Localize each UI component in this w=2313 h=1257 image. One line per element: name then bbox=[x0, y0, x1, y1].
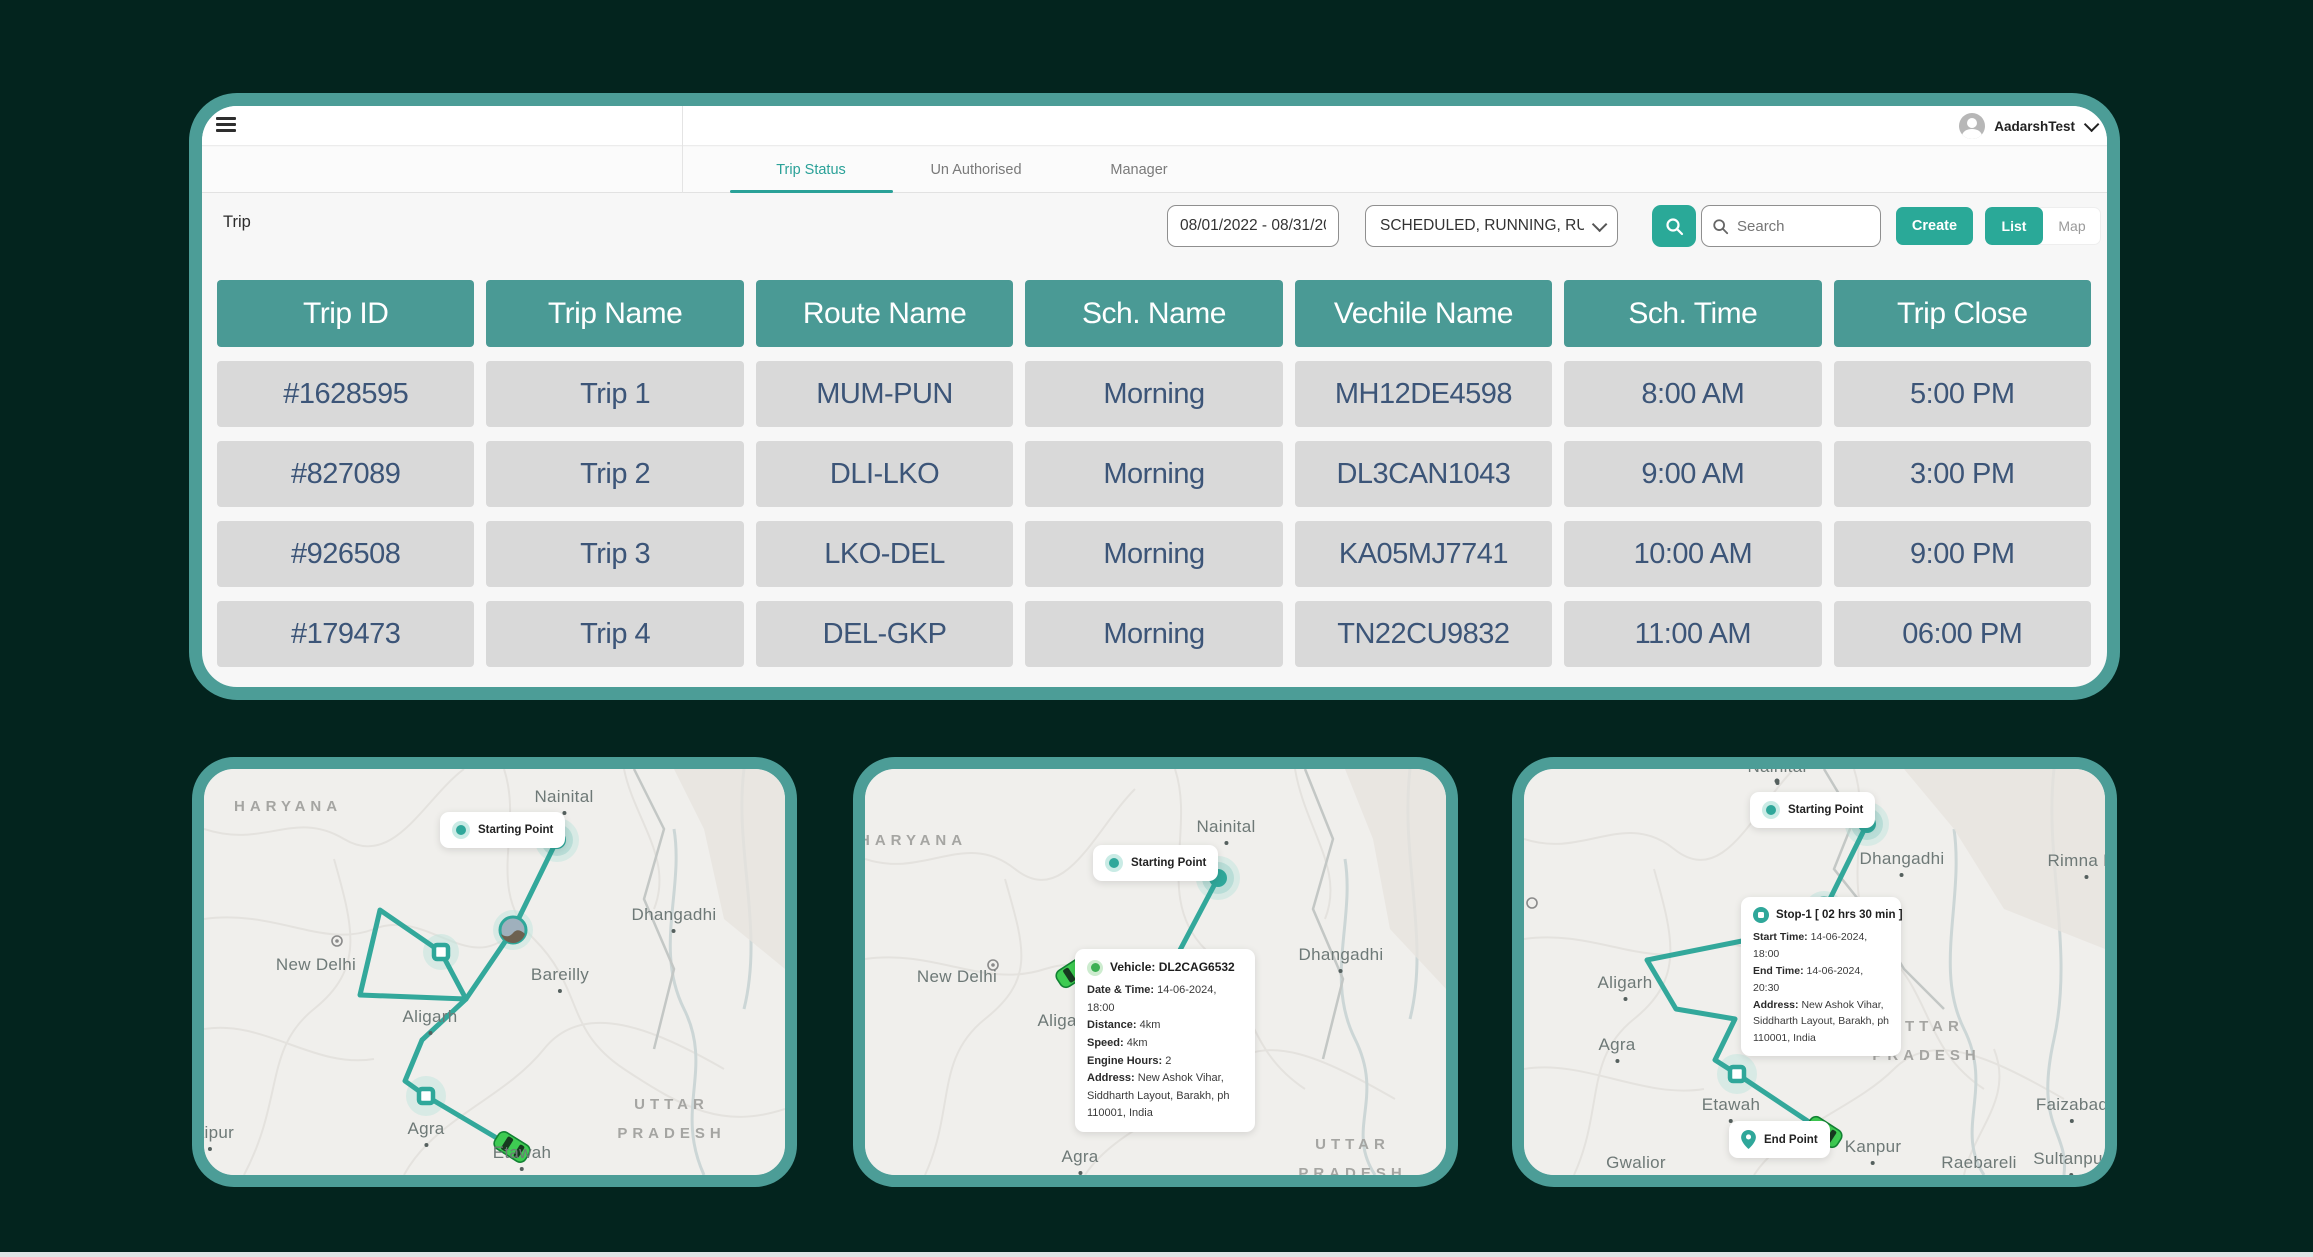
map-label-city: Jaipur bbox=[204, 1123, 234, 1151]
column-header: Sch. Time bbox=[1564, 280, 1821, 347]
table-row[interactable]: #1628595 Trip 1 MUM-PUN Morning MH12DE45… bbox=[217, 361, 2091, 427]
map-label-city: Nainital bbox=[534, 787, 593, 815]
map-label-city: Nainital bbox=[1747, 769, 1806, 785]
map-label-state: HARYANA bbox=[234, 793, 342, 822]
map-label-city: Agra bbox=[407, 1119, 444, 1147]
tab-manager[interactable]: Manager bbox=[1110, 147, 1167, 193]
search-icon bbox=[1665, 217, 1684, 236]
column-header: Vechile Name bbox=[1295, 280, 1552, 347]
tab-bar: Trip Status Un Authorised Manager bbox=[202, 147, 2107, 193]
start-dot-icon bbox=[1762, 801, 1780, 819]
map-label-city: Gwalior bbox=[1606, 1153, 1666, 1175]
column-header: Route Name bbox=[756, 280, 1013, 347]
search-button[interactable] bbox=[1652, 205, 1696, 247]
map-label-city: Agra bbox=[1598, 1035, 1635, 1063]
map-label-state: HARYANA bbox=[865, 827, 967, 856]
state-border bbox=[1305, 769, 1343, 1059]
map-label-city: Sultanpur bbox=[2033, 1149, 2105, 1175]
map-label-city: New Delhi bbox=[276, 955, 356, 975]
map-card-2[interactable]: HARYANA Nainital Dhangadhi New Delhi Ali… bbox=[853, 757, 1458, 1187]
stop-info-popup: Stop-1 [ 02 hrs 30 min ] Start Time: 14-… bbox=[1741, 897, 1901, 1056]
search-box bbox=[1701, 205, 1881, 247]
city-ring-marker bbox=[1527, 898, 1537, 908]
topbar-divider bbox=[682, 106, 683, 193]
mountain-area bbox=[674, 769, 785, 969]
start-dot-icon bbox=[1105, 854, 1123, 872]
starting-point-tooltip: Starting Point bbox=[1093, 845, 1218, 881]
map-label-city: Aligarh bbox=[402, 1007, 457, 1035]
map-label-state: UTTAR PRADESH bbox=[604, 1091, 739, 1148]
map-label-city: Dhangadhi bbox=[1299, 945, 1384, 973]
date-range-input[interactable] bbox=[1167, 205, 1339, 247]
map-label-city: Aligarh bbox=[1597, 973, 1652, 1001]
map-label-city: New Delhi bbox=[917, 967, 997, 987]
username: AadarshTest bbox=[1994, 119, 2075, 134]
map-label-city: Etawah bbox=[493, 1143, 552, 1171]
end-point-tooltip: End Point bbox=[1729, 1121, 1830, 1158]
map-view-button[interactable]: Map bbox=[2043, 207, 2101, 245]
trip-route bbox=[360, 840, 557, 1147]
page-title: Trip bbox=[223, 213, 251, 232]
waypoint-marker[interactable] bbox=[1730, 1067, 1744, 1081]
avatar bbox=[1959, 113, 1985, 139]
column-header: Sch. Name bbox=[1025, 280, 1282, 347]
trip-dashboard-window: AadarshTest Trip Status Un Authorised Ma… bbox=[189, 93, 2120, 700]
tab-un-authorised[interactable]: Un Authorised bbox=[930, 147, 1021, 193]
map-label-city: Faizabad bbox=[2036, 1095, 2105, 1123]
map-label-city: Etawah bbox=[1702, 1095, 1761, 1123]
vehicle-dot-icon bbox=[1087, 960, 1103, 976]
list-view-button[interactable]: List bbox=[1985, 207, 2043, 245]
column-header: Trip ID bbox=[217, 280, 474, 347]
search-input[interactable] bbox=[1737, 218, 1857, 235]
stop-icon bbox=[1753, 907, 1769, 923]
table-header-row: Trip ID Trip Name Route Name Sch. Name V… bbox=[217, 280, 2091, 347]
table-row[interactable]: #179473 Trip 4 DEL-GKP Morning TN22CU983… bbox=[217, 601, 2091, 667]
top-bar: AadarshTest bbox=[202, 106, 2107, 146]
map-label-city: Bareilly bbox=[531, 965, 589, 993]
map-label-city: Dhangadhi bbox=[1860, 849, 1945, 877]
map-card-3[interactable]: Nainital Dhangadhi Rimna Ba Bareilly Ali… bbox=[1512, 757, 2117, 1187]
trips-table: Trip ID Trip Name Route Name Sch. Name V… bbox=[217, 280, 2091, 667]
map-label-city: Nainital bbox=[1196, 817, 1255, 845]
create-button[interactable]: Create bbox=[1896, 207, 1973, 245]
map-label-state: UTTAR PRADESH bbox=[1285, 1131, 1420, 1175]
map-label-city: Raebareli bbox=[1941, 1153, 2016, 1175]
table-row[interactable]: #926508 Trip 3 LKO-DEL Morning KA05MJ774… bbox=[217, 521, 2091, 587]
column-header: Trip Name bbox=[486, 280, 743, 347]
map-pin-icon bbox=[1741, 1130, 1756, 1149]
map-card-1[interactable]: HARYANA Nainital Dhangadhi New Delhi Bar… bbox=[192, 757, 797, 1187]
map-label-city: Agra bbox=[1061, 1147, 1098, 1175]
user-menu[interactable]: AadarshTest bbox=[1959, 111, 2095, 141]
starting-point-tooltip: Starting Point bbox=[1750, 792, 1875, 828]
hamburger-menu-icon[interactable] bbox=[216, 117, 236, 134]
status-filter-select[interactable]: SCHEDULED, RUNNING, RU... bbox=[1365, 205, 1618, 247]
starting-point-tooltip: Starting Point bbox=[440, 812, 565, 848]
map-label-city: Dhangadhi bbox=[632, 905, 717, 933]
active-tab-underline bbox=[730, 190, 893, 193]
column-header: Trip Close bbox=[1834, 280, 2091, 347]
map-label-city: Rimna Ba bbox=[2047, 851, 2105, 879]
chevron-down-icon bbox=[2084, 116, 2100, 132]
search-icon bbox=[1712, 218, 1729, 235]
table-row[interactable]: #827089 Trip 2 DLI-LKO Morning DL3CAN104… bbox=[217, 441, 2091, 507]
screen: AadarshTest Trip Status Un Authorised Ma… bbox=[0, 0, 2313, 1257]
bottom-edge-strip bbox=[0, 1252, 2313, 1257]
vehicle-info-popup: Vehicle: DL2CAG6532 Date & Time: 14-06-2… bbox=[1075, 949, 1255, 1132]
tab-trip-status[interactable]: Trip Status bbox=[776, 147, 846, 193]
start-dot-icon bbox=[452, 821, 470, 839]
chevron-down-icon bbox=[1592, 216, 1608, 232]
view-toggle: List Map bbox=[1985, 207, 2101, 245]
photo-marker[interactable] bbox=[500, 917, 526, 943]
map-label-city: Kanpur bbox=[1845, 1137, 1902, 1165]
